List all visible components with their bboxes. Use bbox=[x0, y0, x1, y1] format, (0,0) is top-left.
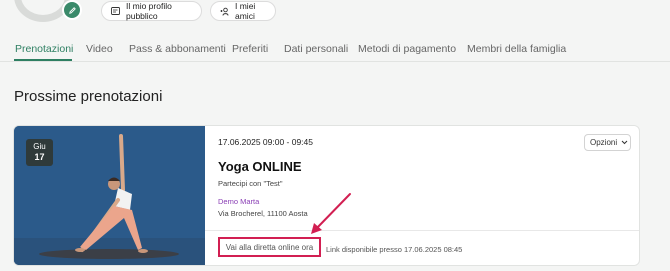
booking-details: 17.06.2025 09:00 - 09:45 Yoga ONLINE Par… bbox=[205, 126, 639, 265]
annotation-arrow-icon bbox=[311, 193, 351, 234]
link-availability-note: Link disponibile presso 17.06.2025 08:45 bbox=[326, 245, 463, 254]
add-person-icon bbox=[220, 7, 229, 16]
tab-pass-abbonamenti[interactable]: Pass & abbonamenti bbox=[129, 43, 226, 55]
booking-datetime: 17.06.2025 09:00 - 09:45 bbox=[218, 137, 313, 147]
my-friends-button[interactable]: I miei amici bbox=[210, 1, 276, 21]
my-friends-label: I miei amici bbox=[235, 1, 256, 21]
tab-video[interactable]: Video bbox=[86, 43, 113, 55]
instructor-link[interactable]: Demo Marta bbox=[218, 197, 259, 206]
join-live-button[interactable]: Vai alla diretta online ora bbox=[218, 237, 321, 257]
options-label: Opzioni bbox=[590, 138, 618, 147]
avatar bbox=[14, 0, 82, 22]
public-profile-label: Il mio profilo pubblico bbox=[126, 1, 172, 21]
chevron-down-icon bbox=[621, 140, 628, 145]
pencil-icon bbox=[68, 6, 76, 14]
active-tab-indicator bbox=[14, 59, 72, 61]
public-profile-button[interactable]: Il mio profilo pubblico bbox=[101, 1, 202, 21]
tab-membri-famiglia[interactable]: Membri della famiglia bbox=[467, 43, 566, 55]
tab-metodi-pagamento[interactable]: Metodi di pagamento bbox=[358, 43, 456, 55]
tab-preferiti[interactable]: Preferiti bbox=[232, 43, 268, 55]
id-card-icon bbox=[111, 7, 120, 16]
tab-dati-personali[interactable]: Dati personali bbox=[284, 43, 348, 55]
account-tabs: Prenotazioni Video Pass & abbonamenti Pr… bbox=[0, 34, 670, 62]
date-badge-day: 17 bbox=[34, 152, 45, 162]
edit-avatar-button[interactable] bbox=[62, 0, 82, 20]
location-address: Via Brocherel, 11100 Aosta bbox=[218, 209, 308, 218]
card-divider bbox=[205, 230, 639, 231]
date-badge-month: Giu bbox=[33, 142, 46, 151]
participant-note: Partecipi con "Test" bbox=[218, 179, 283, 188]
section-title: Prossime prenotazioni bbox=[14, 88, 163, 105]
class-title[interactable]: Yoga ONLINE bbox=[218, 159, 302, 174]
date-badge: Giu 17 bbox=[26, 139, 53, 166]
class-image[interactable]: Giu 17 bbox=[14, 126, 205, 265]
tab-prenotazioni[interactable]: Prenotazioni bbox=[15, 43, 73, 55]
options-dropdown[interactable]: Opzioni bbox=[584, 134, 631, 151]
